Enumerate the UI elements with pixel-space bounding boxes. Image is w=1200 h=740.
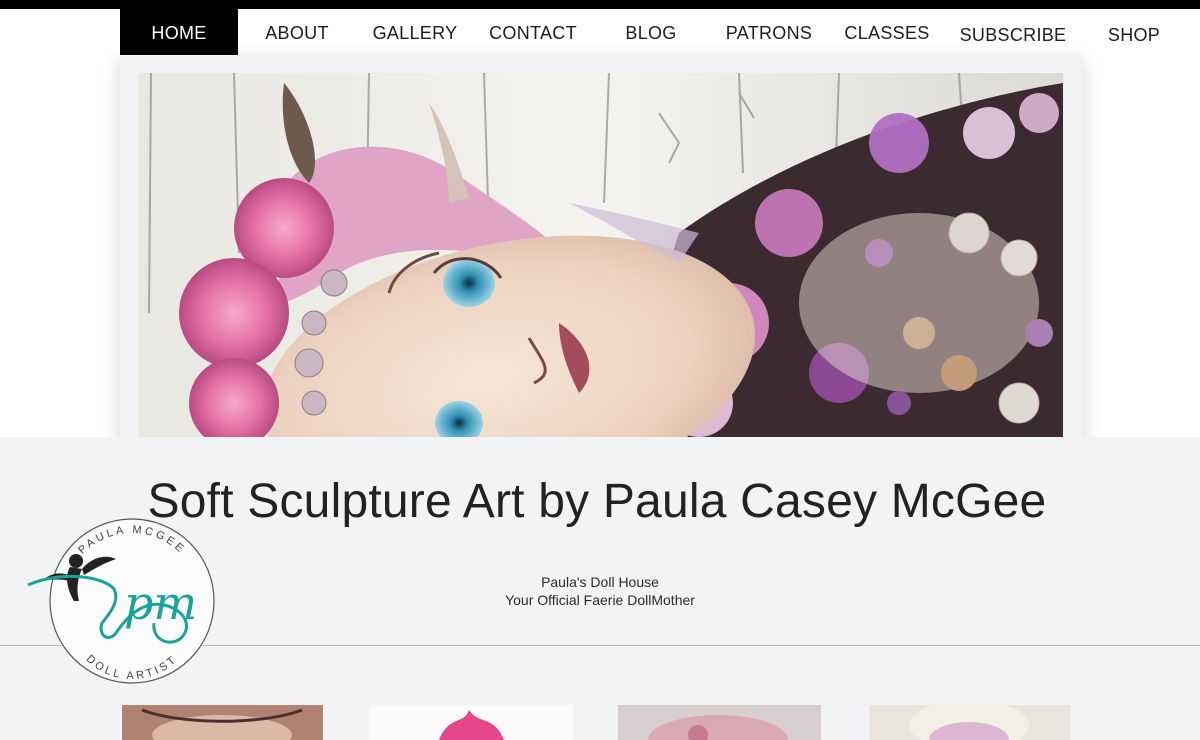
logo-monogram: pm [124, 576, 197, 630]
gallery-thumbnail-4[interactable] [869, 705, 1070, 740]
gallery-thumbnail-1[interactable] [122, 705, 323, 740]
nav-about[interactable]: ABOUT [238, 9, 356, 55]
nav-gallery[interactable]: GALLERY [356, 9, 474, 55]
gallery-thumbnail-3[interactable] [618, 705, 821, 740]
top-border-bar [0, 0, 1200, 9]
nav-shop[interactable]: SHOP [1080, 11, 1188, 57]
main-navigation: HOME ABOUT GALLERY CONTACT BLOG PATRONS … [120, 9, 1200, 55]
nav-subscribe[interactable]: SUBSCRIBE [946, 11, 1080, 57]
hero-image [139, 73, 1063, 437]
nav-contact[interactable]: CONTACT [474, 9, 592, 55]
nav-classes[interactable]: CLASSES [828, 9, 946, 55]
nav-patrons[interactable]: PATRONS [710, 9, 828, 55]
nav-blog[interactable]: BLOG [592, 9, 710, 55]
site-logo[interactable]: PAULA MCGEE DOLL ARTIST pm [24, 515, 219, 687]
nav-home[interactable]: HOME [120, 9, 238, 55]
gallery-thumbnail-2[interactable] [369, 705, 573, 740]
